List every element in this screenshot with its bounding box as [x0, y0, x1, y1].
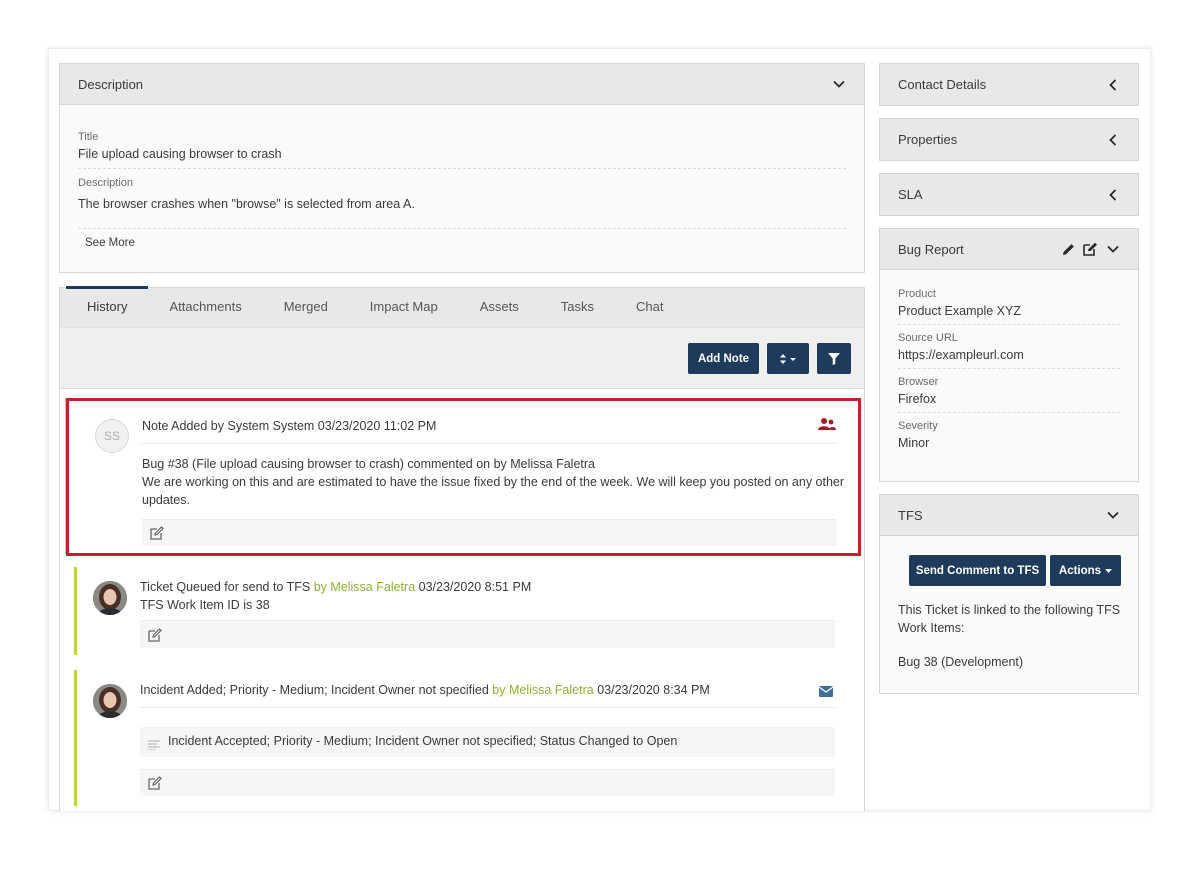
- caret-down-icon: [1105, 568, 1113, 573]
- title-value: File upload causing browser to crash: [78, 147, 282, 161]
- entry-sub-text: Incident Accepted; Priority - Medium; In…: [168, 734, 678, 748]
- field-value: https://exampleurl.com: [898, 348, 1024, 362]
- history-entry: Ticket Queued for send to TFS by Melissa…: [74, 567, 850, 655]
- properties-panel[interactable]: Properties: [879, 118, 1139, 161]
- field-label: Browser: [898, 376, 939, 388]
- pencil-icon[interactable]: [1062, 243, 1075, 256]
- desc-label: Description: [78, 177, 134, 189]
- sort-icon: [780, 353, 796, 365]
- edit-icon[interactable]: [148, 776, 162, 790]
- tab-impact-map[interactable]: Impact Map: [349, 299, 459, 327]
- highlight-box: [66, 398, 861, 556]
- filter-button[interactable]: [817, 343, 851, 374]
- tab-bar: History Attachments Merged Impact Map As…: [60, 286, 864, 328]
- sla-label: SLA: [898, 187, 923, 202]
- entry-line: TFS Work Item ID is 38: [140, 598, 270, 612]
- contact-details-label: Contact Details: [898, 77, 987, 92]
- avatar: [93, 684, 127, 718]
- tfs-work-item-link[interactable]: Bug 38 (Development): [898, 655, 1023, 669]
- filter-icon: [828, 352, 840, 365]
- entry-title: Incident Added; Priority - Medium; Incid…: [140, 683, 710, 697]
- actions-dropdown-button[interactable]: Actions: [1050, 555, 1121, 586]
- bug-report-label: Bug Report: [898, 241, 964, 257]
- history-toolbar: Add Note: [60, 328, 864, 389]
- field-value: Product Example XYZ: [898, 304, 1021, 318]
- field-label: Product: [898, 288, 936, 300]
- properties-label: Properties: [898, 132, 958, 147]
- tab-attachments[interactable]: Attachments: [148, 299, 262, 327]
- sort-button[interactable]: [767, 343, 809, 374]
- entry-sub-item: Incident Accepted; Priority - Medium; In…: [140, 727, 835, 757]
- avatar: [93, 581, 127, 615]
- entry-divider: [140, 707, 835, 708]
- bug-report-panel: Bug Report Product Product Example XYZ S…: [879, 228, 1139, 482]
- tab-assets[interactable]: Assets: [459, 299, 540, 327]
- field-label: Source URL: [898, 332, 958, 344]
- list-lines-icon: [148, 737, 160, 755]
- edit-icon[interactable]: [148, 628, 162, 642]
- entry-author-link[interactable]: by Melissa Faletra: [492, 683, 593, 697]
- tab-tasks[interactable]: Tasks: [540, 299, 615, 327]
- add-note-button[interactable]: Add Note: [688, 343, 759, 374]
- description-panel: Description Title File upload causing br…: [59, 63, 865, 273]
- description-header[interactable]: Description: [60, 64, 864, 105]
- envelope-icon[interactable]: [818, 684, 834, 697]
- edit-form-icon[interactable]: [1083, 242, 1098, 256]
- ticket-view: Description Title File upload causing br…: [48, 48, 1151, 811]
- contact-details-panel[interactable]: Contact Details: [879, 63, 1139, 106]
- entry-actions-bar: [140, 620, 835, 648]
- tfs-panel: TFS Send Comment to TFS Actions This Tic…: [879, 494, 1139, 694]
- title-label: Title: [78, 131, 99, 143]
- tfs-label: TFS: [898, 507, 923, 523]
- chevron-left-icon[interactable]: [1106, 188, 1120, 202]
- description-header-label: Description: [78, 76, 144, 92]
- send-comment-to-tfs-button[interactable]: Send Comment to TFS: [909, 555, 1046, 586]
- desc-value: The browser crashes when "browse" is sel…: [78, 197, 415, 211]
- field-value: Minor: [898, 436, 930, 450]
- entry-title: Ticket Queued for send to TFS by Melissa…: [140, 580, 532, 594]
- history-entry: Incident Added; Priority - Medium; Incid…: [74, 670, 850, 806]
- field-label: Severity: [898, 420, 938, 432]
- activity-panel: History Attachments Merged Impact Map As…: [59, 286, 865, 811]
- sla-panel[interactable]: SLA: [879, 173, 1139, 216]
- tfs-header[interactable]: TFS: [880, 495, 1138, 536]
- entry-actions-bar: [140, 769, 835, 796]
- tab-chat[interactable]: Chat: [615, 299, 684, 327]
- tab-merged[interactable]: Merged: [263, 299, 349, 327]
- tfs-linked-text: This Ticket is linked to the following T…: [898, 603, 1121, 635]
- chevron-left-icon[interactable]: [1106, 133, 1120, 147]
- see-more-link[interactable]: See More: [85, 237, 846, 249]
- chevron-down-icon[interactable]: [832, 77, 846, 91]
- chevron-down-icon[interactable]: [1106, 508, 1120, 522]
- tab-history[interactable]: History: [66, 286, 149, 327]
- field-value: Firefox: [898, 392, 937, 406]
- bug-report-header[interactable]: Bug Report: [880, 229, 1138, 270]
- chevron-left-icon[interactable]: [1106, 78, 1120, 92]
- chevron-down-icon[interactable]: [1106, 242, 1120, 256]
- entry-author-link[interactable]: by Melissa Faletra: [314, 580, 415, 594]
